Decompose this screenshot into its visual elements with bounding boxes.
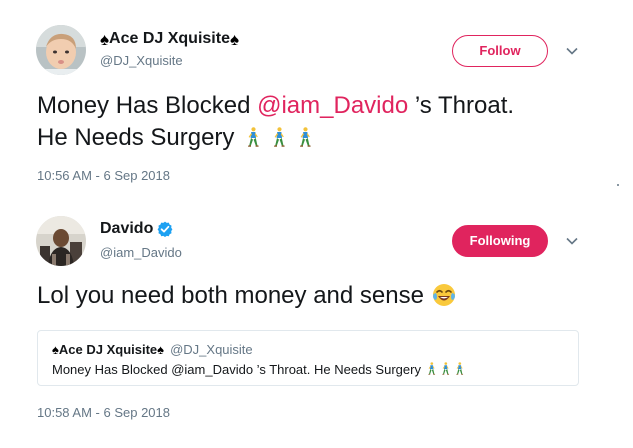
person-walking-icon xyxy=(298,127,312,147)
tweet-text-before: Money Has Blocked xyxy=(37,92,258,119)
tweet-text: Lol you need both money and sense xyxy=(37,280,456,312)
timestamp[interactable]: 10:58 AM - 6 Sep 2018 xyxy=(37,405,170,420)
avatar[interactable] xyxy=(36,25,86,75)
person-walking-icon xyxy=(246,127,260,147)
person-walking-icon xyxy=(272,127,286,147)
tweet-text-line-2-text: He Needs Surgery xyxy=(37,124,235,151)
display-name-row[interactable]: Davido xyxy=(100,220,173,238)
display-name-row[interactable]: ♠ Ace DJ Xquisite ♠ xyxy=(100,30,239,48)
user-handle[interactable]: @iam_Davido xyxy=(100,245,182,260)
tweet-card-2: Davido @iam_Davido Following Lol you nee… xyxy=(0,200,633,448)
divider-dot xyxy=(617,184,619,186)
tweet-card-1: ♠ Ace DJ Xquisite ♠ @DJ_Xquisite Follow … xyxy=(0,0,633,200)
follow-button[interactable]: Follow xyxy=(452,35,548,67)
spade-icon: ♠ xyxy=(157,342,165,357)
quoted-tweet-card[interactable]: ♠ Ace DJ Xquisite ♠ @DJ_Xquisite Money H… xyxy=(37,330,579,386)
tweet-text-content: Lol you need both money and sense xyxy=(37,282,424,309)
tweet-text-after: ’s Throat. xyxy=(408,92,515,119)
mention-link[interactable]: @iam_Davido xyxy=(257,92,408,119)
user-handle[interactable]: @DJ_Xquisite xyxy=(100,53,183,68)
avatar[interactable] xyxy=(36,216,86,266)
spade-icon: ♠ xyxy=(100,29,110,49)
quoted-tweet-text: Money Has Blocked @iam_Davido ’s Throat.… xyxy=(52,362,464,377)
tweet-text-line-2: He Needs Surgery xyxy=(37,122,312,154)
quoted-tweet-header: ♠ Ace DJ Xquisite ♠ @DJ_Xquisite xyxy=(52,342,253,357)
tweet-text-line-1: Money Has Blocked @iam_Davido ’s Throat. xyxy=(37,90,514,122)
person-walking-icon xyxy=(455,362,464,375)
verified-badge-icon xyxy=(157,221,173,237)
person-walking-icon xyxy=(441,362,450,375)
display-name[interactable]: Ace DJ Xquisite xyxy=(109,30,230,48)
following-button[interactable]: Following xyxy=(452,225,548,257)
quoted-display-name: Ace DJ Xquisite xyxy=(58,342,158,357)
person-walking-icon xyxy=(427,362,436,375)
timestamp[interactable]: 10:56 AM - 6 Sep 2018 xyxy=(37,168,170,183)
chevron-down-icon[interactable] xyxy=(565,234,579,248)
spade-icon: ♠ xyxy=(229,29,239,49)
chevron-down-icon[interactable] xyxy=(565,44,579,58)
spade-icon: ♠ xyxy=(52,342,59,357)
quoted-user-handle: @DJ_Xquisite xyxy=(170,342,253,357)
quoted-tweet-text-content: Money Has Blocked @iam_Davido ’s Throat.… xyxy=(52,362,421,377)
face-with-tears-of-joy-icon xyxy=(432,284,455,306)
display-name[interactable]: Davido xyxy=(100,220,153,238)
